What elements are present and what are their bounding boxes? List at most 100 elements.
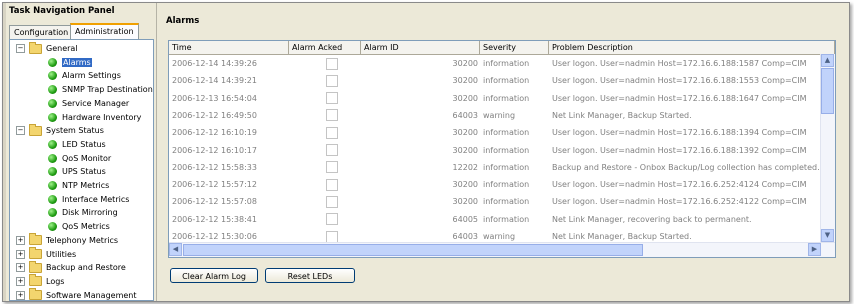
tree-item-snmp-trap-destination[interactable]: SNMP Trap Destination <box>48 83 153 96</box>
collapse-icon[interactable]: − <box>16 44 25 53</box>
table-row[interactable]: 2006-12-12 16:10:19 30200 information User … <box>169 124 835 141</box>
alarm-id: 30200 <box>452 197 478 207</box>
expand-icon[interactable]: + <box>16 249 25 259</box>
alarm-severity: information <box>483 59 530 68</box>
tree-item-qos-metrics[interactable]: QoS Metrics <box>48 220 110 233</box>
alarm-time: 2006-12-12 15:57:08 <box>172 197 257 207</box>
tree-item-ntp-metrics[interactable]: NTP Metrics <box>48 179 109 192</box>
table-row[interactable]: 2006-12-12 15:57:08 30200 information User … <box>169 193 835 210</box>
acked-cell <box>289 92 361 105</box>
tree-label: SNMP Trap Destination <box>62 85 153 95</box>
alarm-severity: information <box>483 145 530 155</box>
tree-folder-software-management[interactable]: + Software Management <box>16 288 137 300</box>
tree-folder-backup-and-restore[interactable]: + Backup and Restore <box>16 260 126 274</box>
acked-cell <box>289 109 361 122</box>
tree-label: Logs <box>46 276 65 286</box>
alarm-acked-checkbox[interactable] <box>326 178 338 191</box>
folder-icon <box>29 123 42 136</box>
alarm-id: 12202 <box>452 162 478 172</box>
tree-item-qos-monitor[interactable]: QoS Monitor <box>48 152 111 165</box>
table-row[interactable]: 2006-12-12 16:49:50 64003 warning Net Link … <box>169 107 835 124</box>
table-row[interactable]: 2006-12-14 14:39:21 30200 information User … <box>169 72 835 89</box>
tree-label: Service Manager <box>62 98 130 108</box>
alarm-acked-checkbox[interactable] <box>326 92 338 105</box>
scroll-up-button[interactable]: ▲ <box>821 54 834 67</box>
alarm-severity: information <box>483 214 530 224</box>
alarm-id: 64005 <box>452 214 478 224</box>
alarm-acked-checkbox[interactable] <box>326 126 338 139</box>
alarm-time: 2006-12-12 15:57:12 <box>172 180 257 190</box>
alarm-severity: information <box>483 162 530 172</box>
alarm-time: 2006-12-14 14:39:21 <box>172 76 257 86</box>
alarms-panel: Alarms Time Alarm Acked Alarm ID Severity Pr… <box>161 6 847 299</box>
tree-item-alarm-settings[interactable]: Alarm Settings <box>48 69 121 82</box>
alarm-acked-checkbox[interactable] <box>326 74 338 87</box>
folder-icon <box>29 288 42 300</box>
table-row[interactable]: 2006-12-12 15:57:12 30200 information User … <box>169 176 835 193</box>
alarm-time: 2006-12-12 15:30:06 <box>172 232 257 241</box>
scroll-right-button[interactable]: ▶ <box>808 243 821 256</box>
scroll-left-button[interactable]: ◀ <box>169 243 182 256</box>
alarm-acked-checkbox[interactable] <box>326 213 338 226</box>
table-row[interactable]: 2006-12-12 15:58:33 12202 information Backu… <box>169 159 835 176</box>
tree-folder-general[interactable]: − General <box>16 41 78 55</box>
tab-administration[interactable]: Administration <box>70 23 139 40</box>
alarm-acked-checkbox[interactable] <box>326 230 338 243</box>
expand-icon[interactable]: + <box>16 276 25 286</box>
tree-folder-system-status[interactable]: − System Status <box>16 123 104 137</box>
tree-item-alarms[interactable]: Alarms <box>48 56 92 69</box>
column-header-alarm-acked[interactable]: Alarm Acked <box>289 41 361 54</box>
alarm-acked-checkbox[interactable] <box>326 109 338 122</box>
alarm-acked-checkbox[interactable] <box>326 161 338 174</box>
green-status-icon <box>48 181 57 190</box>
tree-item-disk-mirroring[interactable]: Disk Mirroring <box>48 206 118 219</box>
alarm-id: 30200 <box>452 145 478 155</box>
alarm-acked-checkbox[interactable] <box>326 195 338 208</box>
alarm-id: 30200 <box>452 93 478 103</box>
tree-item-hardware-inventory[interactable]: Hardware Inventory <box>48 111 141 124</box>
alarm-description: Net Link Manager, recovering back to per… <box>552 214 752 224</box>
tree-folder-telephony-metrics[interactable]: + Telephony Metrics <box>16 233 118 247</box>
alarm-acked-checkbox[interactable] <box>326 144 338 156</box>
vertical-scroll-thumb[interactable] <box>821 68 834 114</box>
alarm-id: 30200 <box>452 180 478 190</box>
column-header-alarm-id[interactable]: Alarm ID <box>361 41 480 54</box>
horizontal-scroll-thumb[interactable] <box>183 244 643 256</box>
horizontal-scrollbar[interactable]: ◀ ▶ <box>169 242 835 257</box>
acked-cell <box>289 144 361 156</box>
tree-label: Interface Metrics <box>62 194 130 204</box>
tab-configuration[interactable]: Configuration <box>9 25 74 39</box>
clear-alarm-log-button[interactable]: Clear Alarm Log <box>170 268 258 283</box>
alarm-acked-checkbox[interactable] <box>326 57 338 70</box>
acked-cell <box>289 195 361 208</box>
table-row[interactable]: 2006-12-13 16:54:04 30200 information User … <box>169 90 835 107</box>
vertical-scrollbar[interactable]: ▲ ▼ <box>820 54 835 242</box>
tree-label: QoS Monitor <box>62 153 112 163</box>
acked-cell <box>289 230 361 243</box>
column-header-time[interactable]: Time <box>169 41 289 54</box>
folder-icon <box>29 233 42 246</box>
expand-icon[interactable]: + <box>16 263 25 273</box>
tree-item-interface-metrics[interactable]: Interface Metrics <box>48 193 129 206</box>
table-row[interactable]: 2006-12-12 15:38:41 64005 information Net L… <box>169 211 835 228</box>
collapse-icon[interactable]: − <box>16 126 25 136</box>
expand-icon[interactable]: + <box>16 235 25 245</box>
tree-item-service-manager[interactable]: Service Manager <box>48 97 129 110</box>
tree-item-ups-status[interactable]: UPS Status <box>48 165 106 178</box>
alarm-description: User logon. User=nadmin Host=172.16.6.18… <box>552 93 807 103</box>
tree-folder-utilities[interactable]: + Utilities <box>16 247 76 261</box>
column-header-problem-description[interactable]: Problem Description <box>549 41 835 54</box>
tree-item-led-status[interactable]: LED Status <box>48 138 106 151</box>
tree-folder-logs[interactable]: + Logs <box>16 274 65 288</box>
expand-icon[interactable]: + <box>16 290 25 300</box>
alarm-time: 2006-12-12 16:10:19 <box>172 128 257 138</box>
tree-label: NTP Metrics <box>62 181 110 190</box>
alarm-description: User logon. User=nadmin Host=172.16.6.18… <box>552 145 807 155</box>
column-header-severity[interactable]: Severity <box>480 41 549 54</box>
green-status-icon <box>48 112 57 122</box>
scroll-down-button[interactable]: ▼ <box>821 229 834 242</box>
table-row[interactable]: 2006-12-14 14:39:26 30200 information User … <box>169 55 835 72</box>
table-row[interactable]: 2006-12-12 16:10:17 30200 information User … <box>169 142 835 159</box>
left-resize-grip[interactable] <box>3 3 6 301</box>
reset-leds-button[interactable]: Reset LEDs <box>265 268 355 283</box>
